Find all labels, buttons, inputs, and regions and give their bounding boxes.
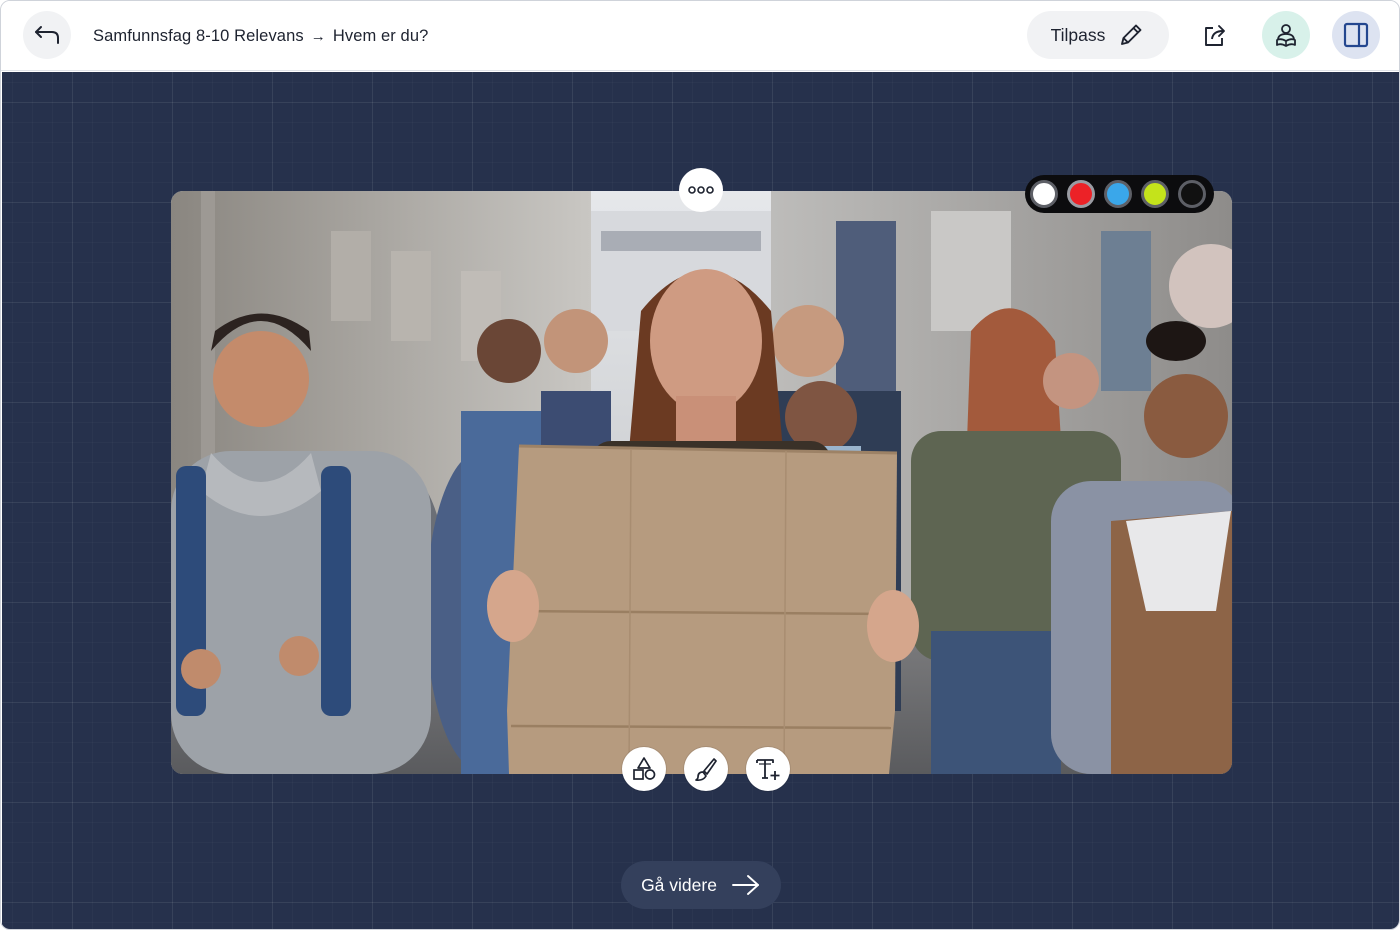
back-arrow-icon — [35, 26, 59, 44]
add-text-icon — [756, 759, 780, 780]
color-palette — [1025, 175, 1214, 213]
sidebar-panel-icon — [1343, 22, 1369, 48]
continue-button[interactable]: Gå videre — [621, 861, 781, 909]
color-swatch-red[interactable] — [1067, 180, 1095, 208]
color-swatch-white[interactable] — [1030, 180, 1058, 208]
back-button[interactable] — [23, 11, 71, 59]
app-window: Samfunnsfag 8-10 Relevans → Hvem er du? … — [0, 0, 1400, 930]
breadcrumb-page: Hvem er du? — [332, 26, 429, 45]
photo-image — [171, 191, 1232, 774]
breadcrumb-separator: → — [310, 27, 326, 45]
color-swatch-green[interactable] — [1141, 180, 1169, 208]
protest-photo[interactable] — [171, 191, 1232, 774]
arrow-right-icon — [731, 875, 759, 895]
shapes-tool-button[interactable] — [622, 747, 666, 791]
panel-toggle-button[interactable] — [1332, 11, 1380, 59]
more-options-button[interactable] — [679, 168, 723, 212]
breadcrumb: Samfunnsfag 8-10 Relevans → Hvem er du? — [93, 25, 428, 47]
share-icon — [1205, 25, 1225, 46]
breadcrumb-course[interactable]: Samfunnsfag 8-10 Relevans — [93, 27, 304, 46]
continue-label: Gå videre — [641, 874, 717, 895]
text-tool-button[interactable] — [746, 747, 790, 791]
share-button[interactable] — [1191, 11, 1239, 59]
color-swatch-black[interactable] — [1178, 180, 1206, 208]
top-bar: Samfunnsfag 8-10 Relevans → Hvem er du? … — [1, 1, 1399, 71]
more-options-icon — [688, 186, 714, 194]
customize-label: Tilpass — [1050, 24, 1106, 45]
color-swatch-blue[interactable] — [1104, 180, 1132, 208]
reader-icon — [1276, 24, 1296, 47]
pencil-icon — [1121, 24, 1142, 45]
brush-tool-button[interactable] — [684, 747, 728, 791]
shapes-icon — [633, 757, 656, 780]
reader-button[interactable] — [1262, 11, 1310, 59]
customize-button[interactable]: Tilpass — [1027, 11, 1169, 59]
brush-icon — [695, 758, 717, 782]
